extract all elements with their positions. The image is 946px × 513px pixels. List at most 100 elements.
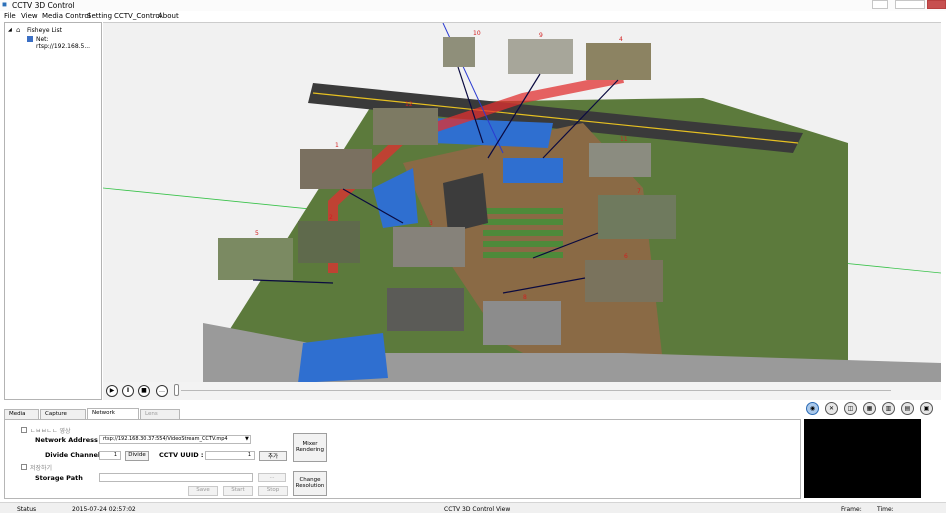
tab-bar: Media File Capture Device Network Camera… — [4, 408, 801, 426]
grid-icon: ◫ — [847, 405, 854, 412]
camera-label-6: 6 — [624, 253, 628, 260]
divide-button[interactable]: Divide — [125, 451, 149, 461]
camera-thumb-9[interactable] — [508, 39, 573, 74]
cctv-uuid-value: 1 — [247, 452, 251, 458]
status-label: Status — [17, 506, 37, 513]
camera-label-3: 3 — [429, 220, 433, 227]
menu-media-control[interactable]: Media Control — [42, 12, 91, 20]
channel-7-button[interactable]: ▣ — [920, 402, 933, 415]
camera-thumb-2[interactable] — [298, 221, 360, 263]
camera-thumb-1[interactable] — [300, 149, 372, 189]
grid-7-icon: ▣ — [923, 405, 930, 412]
start-button[interactable]: Start — [223, 486, 253, 496]
divide-channel-input[interactable]: 1 — [99, 451, 121, 460]
stop-icon: ■ — [141, 387, 147, 394]
window-title: CCTV 3D Control — [12, 1, 75, 10]
camera-label-9: 9 — [539, 32, 543, 39]
more-button[interactable]: … — [156, 385, 168, 397]
network-address-label: Network Address — [35, 436, 98, 444]
single-view-icon: ◉ — [809, 405, 816, 412]
divide-channel-label: Divide Channel : — [45, 451, 105, 459]
playback-controls: ▶ Ⅱ ■ … — [103, 382, 941, 400]
shed — [443, 173, 488, 233]
change-resolution-button[interactable]: Change Resolution — [293, 471, 327, 496]
channel-3-button[interactable]: ◫ — [844, 402, 857, 415]
camera-thumb-11[interactable] — [589, 143, 651, 177]
divide-channel-value: 1 — [113, 452, 117, 458]
preview-screen[interactable] — [804, 419, 921, 498]
stop-record-button[interactable]: Stop — [258, 486, 288, 496]
camera-label-5: 5 — [255, 230, 259, 237]
storage-path-field[interactable] — [99, 473, 253, 482]
camera-label-10: 10 — [473, 30, 481, 37]
menu-about[interactable]: About — [158, 12, 179, 20]
status-timestamp: 2015-07-24 02:57:02 — [72, 506, 136, 513]
camera-label-7: 7 — [637, 188, 641, 195]
seek-slider-handle[interactable] — [174, 384, 179, 396]
view-single-button[interactable]: ◉ — [806, 402, 819, 415]
seek-track[interactable] — [181, 390, 891, 391]
menu-setting[interactable]: Setting — [87, 12, 112, 20]
save-button[interactable]: Save — [188, 486, 218, 496]
camera-thumb-10[interactable] — [443, 37, 475, 67]
close-button[interactable] — [927, 0, 946, 9]
stop-button[interactable]: ■ — [138, 385, 150, 397]
app-icon: ◼ — [2, 1, 7, 8]
save-checkbox[interactable] — [21, 464, 27, 470]
camera-label-12: 12 — [405, 101, 413, 108]
tab-capture-device[interactable]: Capture Device — [40, 409, 86, 426]
3d-viewport[interactable]: 10 9 4 12 1 11 7 5 2 3 6 8 — [103, 22, 941, 382]
camera-thumb-6[interactable] — [585, 260, 663, 302]
pause-icon: Ⅱ — [126, 387, 130, 394]
camera-thumb-12[interactable] — [373, 108, 438, 145]
roof-center — [503, 158, 563, 183]
camera-thumb-4[interactable] — [586, 43, 651, 80]
camera-group-icon: ⌂ — [16, 26, 21, 34]
expand-arrow-icon[interactable]: ◢ — [8, 27, 12, 33]
add-button[interactable]: 추가 — [259, 451, 287, 461]
camera-thumb-7[interactable] — [598, 195, 676, 239]
network-address-field[interactable]: rtsp://192.168.30.37:554/VideoStream_CCT… — [99, 435, 251, 444]
menu-file[interactable]: File — [4, 12, 16, 20]
minimize-button[interactable] — [872, 0, 888, 9]
camera-thumb-scene[interactable] — [483, 301, 561, 345]
tab-media-file[interactable]: Media File — [4, 409, 39, 426]
tab-network-camera[interactable]: Network Camera — [87, 408, 139, 425]
chevron-down-icon[interactable]: ▼ — [245, 436, 249, 442]
channel-6-button[interactable]: ▤ — [901, 402, 914, 415]
close-channel-button[interactable]: ✕ — [825, 402, 838, 415]
tree-child-label[interactable]: Net: rtsp://192.168.5... — [36, 36, 101, 50]
menu-view[interactable]: View — [21, 12, 38, 20]
tab-lens-setting[interactable]: Lens Setting — [140, 409, 180, 426]
pause-button[interactable]: Ⅱ — [122, 385, 134, 397]
cctv-uuid-input[interactable]: 1 — [205, 451, 255, 460]
x-icon: ✕ — [828, 405, 835, 412]
play-icon: ▶ — [109, 387, 115, 394]
camera-thumb-8[interactable] — [387, 288, 464, 331]
camera-thumb-3[interactable] — [393, 227, 465, 267]
channel-4-button[interactable]: ▦ — [863, 402, 876, 415]
video-checkbox-label: ㄴㅂㅂㄴㄴ 영상 — [30, 428, 71, 435]
mixer-rendering-button[interactable]: Mixer Rendering — [293, 433, 327, 462]
grid-5-icon: ▥ — [885, 405, 892, 412]
video-checkbox[interactable] — [21, 427, 27, 433]
network-camera-icon — [27, 36, 33, 42]
menu-bar: File View Media Control Setting CCTV_Con… — [0, 11, 946, 21]
channel-buttons: ◉ ✕ ◫ ▦ ▥ ▤ ▣ — [803, 400, 941, 418]
maximize-button[interactable] — [895, 0, 925, 9]
camera-label-4: 4 — [619, 36, 623, 43]
browse-button[interactable]: ... — [258, 473, 286, 482]
play-button[interactable]: ▶ — [106, 385, 118, 397]
camera-thumb-5[interactable] — [218, 238, 293, 280]
change-button-line2: Resolution — [295, 483, 325, 489]
grid-6-icon: ▤ — [904, 405, 911, 412]
camera-label-8: 8 — [523, 294, 527, 301]
tree-root-label[interactable]: Fisheye List — [27, 27, 62, 34]
title-bar: ◼ CCTV 3D Control — [0, 0, 946, 11]
mixer-button-line2: Rendering — [295, 447, 325, 453]
menu-cctv-control[interactable]: CCTV_Control — [114, 12, 162, 20]
channel-5-button[interactable]: ▥ — [882, 402, 895, 415]
camera-label-2: 2 — [329, 214, 333, 221]
fisheye-tree: ◢ ⌂ Fisheye List Net: rtsp://192.168.5..… — [4, 22, 102, 400]
camera-label-1: 1 — [335, 142, 339, 149]
